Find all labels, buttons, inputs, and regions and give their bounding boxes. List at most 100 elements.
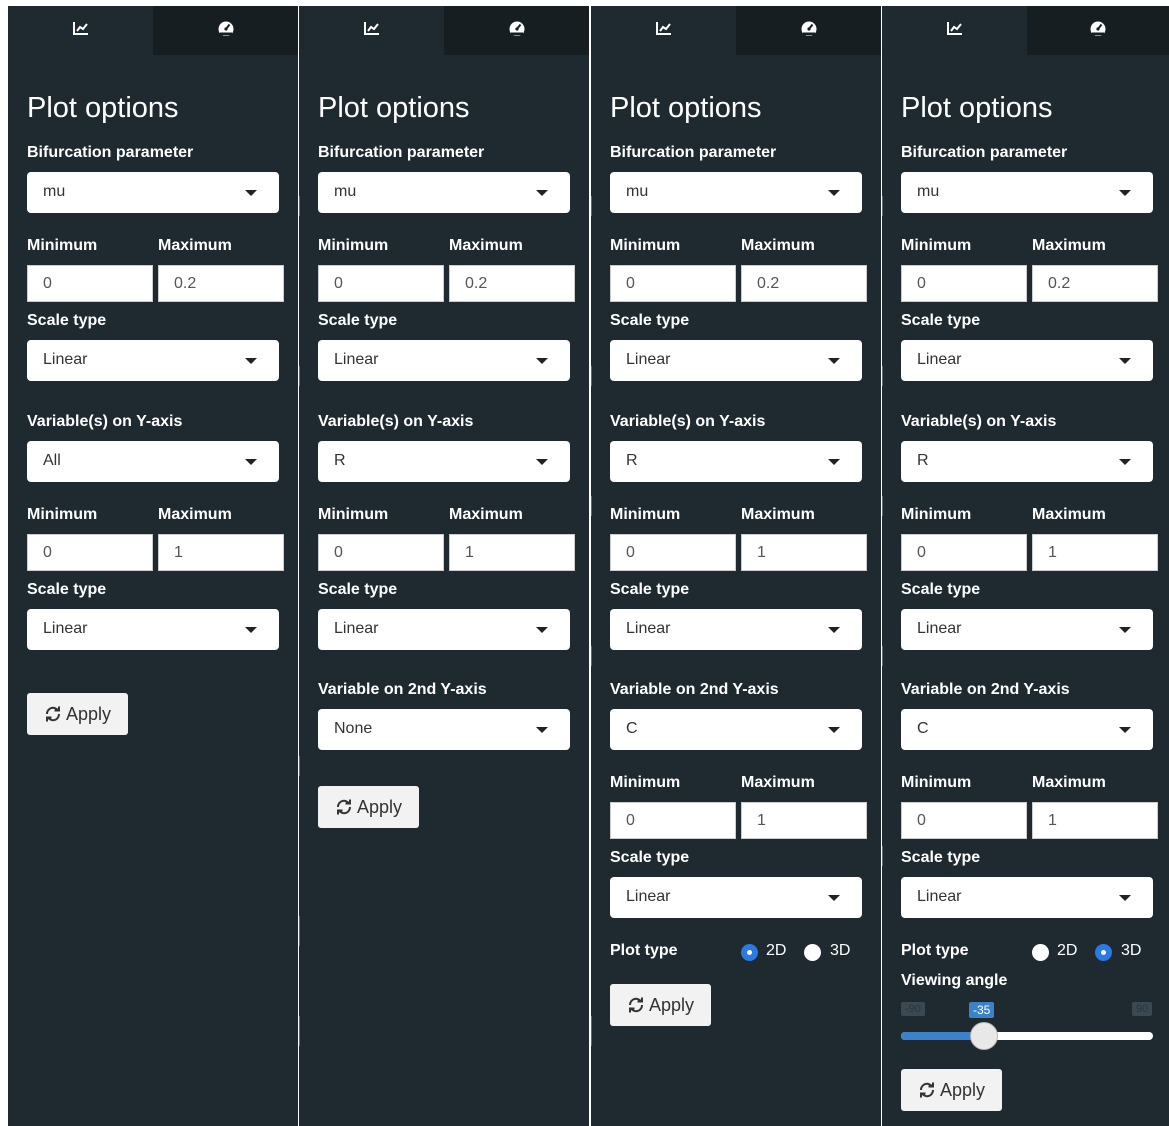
chevron-down-icon [828, 459, 840, 465]
apply-button[interactable]: Apply [901, 1069, 1002, 1111]
y-min-input[interactable]: 0 [901, 534, 1027, 571]
tab-dashboard[interactable] [736, 6, 881, 55]
dashboard-gauge-icon [217, 20, 235, 41]
y-min-input[interactable]: 0 [318, 534, 444, 571]
refresh-icon [627, 997, 645, 1013]
x-scale-select[interactable]: Linear [610, 340, 862, 381]
x-max-input[interactable]: 0.2 [158, 265, 284, 302]
x-min-label: Minimum [318, 237, 389, 254]
y-scale-select[interactable]: Linear [610, 609, 862, 650]
x-min-input[interactable]: 0 [610, 265, 736, 302]
bifurcation-select[interactable]: mu [27, 172, 279, 213]
y-max-input[interactable]: 1 [741, 534, 867, 571]
chevron-down-icon [828, 727, 840, 733]
dashboard-gauge-icon [800, 20, 818, 41]
divider [882, 196, 883, 216]
tab-dashboard[interactable] [444, 6, 589, 55]
tab-plot[interactable] [299, 6, 444, 55]
x-max-label: Maximum [741, 237, 815, 254]
radio-3d[interactable] [1095, 944, 1112, 961]
x-min-label: Minimum [901, 237, 972, 254]
y-max-input[interactable]: 1 [449, 534, 575, 571]
x-scale-select[interactable]: Linear [318, 340, 570, 381]
x-min-input[interactable]: 0 [318, 265, 444, 302]
chevron-down-icon [245, 627, 257, 633]
bifurcation-select[interactable]: mu [610, 172, 862, 213]
y-scale-label: Scale type [610, 581, 690, 598]
apply-label: Apply [648, 994, 695, 1015]
chevron-down-icon [245, 358, 257, 364]
y-scale-select[interactable]: Linear [901, 609, 1153, 650]
line-chart-icon [946, 21, 963, 40]
y2-scale-select[interactable]: Linear [610, 877, 862, 918]
x-min-input[interactable]: 0 [27, 265, 153, 302]
yvars-select[interactable]: All [27, 441, 279, 482]
options-panel-3: Plot options Bifurcation parameter mu Mi… [591, 6, 881, 1126]
bifurcation-select[interactable]: mu [901, 172, 1153, 213]
radio-3d[interactable] [804, 944, 821, 961]
bifurcation-select[interactable]: mu [318, 172, 570, 213]
y-max-label: Maximum [449, 506, 523, 523]
y2-scale-select[interactable]: Linear [901, 877, 1153, 918]
apply-button[interactable]: Apply [610, 984, 711, 1026]
chevron-down-icon [536, 727, 548, 733]
radio-2d[interactable] [741, 944, 758, 961]
divider [591, 196, 592, 216]
x-scale-select[interactable]: Linear [901, 340, 1153, 381]
tab-plot[interactable] [591, 6, 736, 55]
divider [591, 646, 592, 666]
y-scale-label: Scale type [901, 581, 981, 598]
divider [591, 1016, 592, 1046]
x-min-input[interactable]: 0 [901, 265, 1027, 302]
y2-min-input[interactable]: 0 [901, 802, 1027, 839]
x-scale-select[interactable]: Linear [27, 340, 279, 381]
x-max-input[interactable]: 0.2 [741, 265, 867, 302]
divider [299, 756, 300, 776]
chevron-down-icon [536, 358, 548, 364]
apply-button[interactable]: Apply [318, 786, 419, 828]
x-scale-label: Scale type [27, 312, 107, 329]
y2-max-input[interactable]: 1 [741, 802, 867, 839]
chevron-down-icon [828, 627, 840, 633]
divider [299, 1016, 300, 1046]
y-scale-select[interactable]: Linear [27, 609, 279, 650]
apply-label: Apply [356, 796, 403, 817]
x-max-input[interactable]: 0.2 [1032, 265, 1158, 302]
radio-2d[interactable] [1032, 944, 1049, 961]
tab-plot[interactable] [8, 6, 153, 55]
chevron-down-icon [1119, 358, 1131, 364]
chevron-down-icon [828, 190, 840, 196]
y-min-input[interactable]: 0 [610, 534, 736, 571]
y2-max-input[interactable]: 1 [1032, 802, 1158, 839]
yvars-select[interactable]: R [901, 441, 1153, 482]
x-max-input[interactable]: 0.2 [449, 265, 575, 302]
y-max-label: Maximum [158, 506, 232, 523]
y-scale-select[interactable]: Linear [318, 609, 570, 650]
radio-3d-label: 3D [830, 942, 851, 959]
slider-handle[interactable] [970, 1022, 998, 1050]
y2var-select[interactable]: C [610, 709, 862, 750]
tab-plot[interactable] [882, 6, 1027, 55]
options-panel-2: Plot options Bifurcation parameter mu Mi… [299, 6, 589, 1126]
options-panel-1: Plot options Bifurcation parameter mu Mi… [8, 6, 298, 1126]
y-min-input[interactable]: 0 [27, 534, 153, 571]
y2-max-label: Maximum [741, 774, 815, 791]
y2var-label: Variable on 2nd Y-axis [318, 681, 487, 698]
y-max-input[interactable]: 1 [158, 534, 284, 571]
y2-min-input[interactable]: 0 [610, 802, 736, 839]
tab-dashboard[interactable] [1027, 6, 1169, 55]
y2var-select[interactable]: None [318, 709, 570, 750]
tab-dashboard[interactable] [153, 6, 298, 55]
yvars-select[interactable]: R [318, 441, 570, 482]
y2-max-label: Maximum [1032, 774, 1106, 791]
apply-button[interactable]: Apply [27, 693, 128, 735]
chevron-down-icon [828, 895, 840, 901]
y2-min-label: Minimum [901, 774, 972, 791]
divider [882, 846, 883, 866]
y-max-input[interactable]: 1 [1032, 534, 1158, 571]
chevron-down-icon [828, 358, 840, 364]
y2var-select[interactable]: C [901, 709, 1153, 750]
x-scale-label: Scale type [901, 312, 981, 329]
divider [882, 366, 883, 386]
yvars-select[interactable]: R [610, 441, 862, 482]
